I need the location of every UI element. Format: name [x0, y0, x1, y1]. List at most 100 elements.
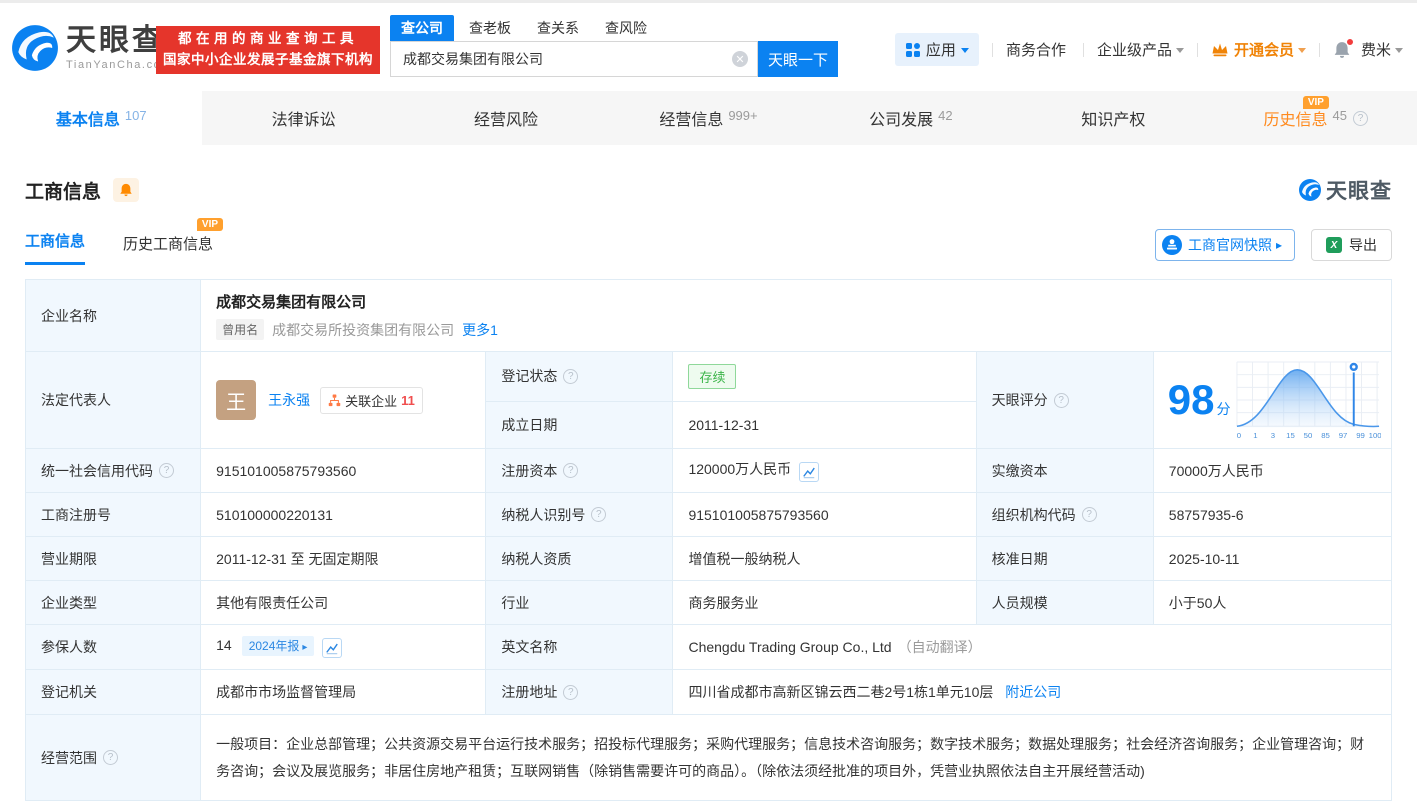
- slogan-line-2: 国家中小企业发展子基金旗下机构: [163, 52, 373, 67]
- field-label-cell: 组织机构代码: [975, 492, 1154, 537]
- slogan-line-1: 都在用的商业查询工具: [178, 31, 358, 47]
- search-tab-relation[interactable]: 查关系: [537, 15, 579, 41]
- field-value-cell: 四川省成都市高新区锦云西二巷2号1栋1单元10层 附近公司: [672, 669, 1392, 715]
- field-label: 注册地址: [501, 684, 558, 700]
- tab-label: 经营风险: [474, 112, 539, 129]
- vip-upgrade-label: 开通会员: [1233, 42, 1294, 59]
- tab-label: 法律诉讼: [271, 112, 336, 129]
- tianyancha-logo-icon: [1299, 179, 1321, 201]
- chevron-down-icon: [1297, 47, 1306, 57]
- field-label: 实缴资本: [991, 462, 1048, 479]
- field-label-cell: 实缴资本: [975, 448, 1154, 493]
- nearby-company-link[interactable]: 附近公司: [1005, 684, 1061, 700]
- table-row: 企业名称 成都交易集团有限公司 曾用名 成都交易所投资集团有限公司 更多1: [24, 279, 1392, 352]
- field-label: 行业: [501, 594, 530, 611]
- logo[interactable]: 天眼查 TianYanCha.com: [10, 23, 172, 73]
- search-tab-risk[interactable]: 查风险: [605, 15, 647, 41]
- help-icon[interactable]: [563, 463, 579, 478]
- field-label: 经营范围: [41, 749, 97, 766]
- table-row: 统一社会信用代码 915101005875793560 注册资本 120000万…: [24, 448, 1393, 493]
- search-tab-company[interactable]: 查公司: [390, 15, 454, 41]
- watermark-text: 天眼查: [1326, 180, 1392, 203]
- field-label-cell: 经营范围: [24, 714, 202, 801]
- help-icon[interactable]: [563, 368, 579, 384]
- tab-label: 经营信息: [659, 112, 724, 129]
- trend-chart-icon[interactable]: [799, 462, 820, 482]
- company-name: 成都交易集团有限公司: [216, 294, 367, 311]
- tab-business-info[interactable]: 经营信息 999+: [607, 91, 809, 145]
- svg-text:3: 3: [1271, 431, 1275, 440]
- subscribe-bell-icon[interactable]: [113, 178, 140, 202]
- table-row: 参保人数 14 2024年报 英文名称 Chengdu Trading Group…: [24, 624, 1392, 670]
- annual-report-badge[interactable]: 2024年报: [241, 635, 315, 656]
- official-snapshot-button[interactable]: 工商官网快照: [1154, 229, 1295, 261]
- tab-legal[interactable]: 法律诉讼: [202, 91, 404, 145]
- search-tab-boss[interactable]: 查老板: [469, 15, 511, 41]
- field-label-cell: 核准日期: [975, 536, 1154, 581]
- bell-icon: [120, 183, 132, 197]
- help-icon[interactable]: [1352, 110, 1368, 126]
- svg-text:85: 85: [1321, 431, 1330, 440]
- svg-text:100: 100: [1369, 431, 1381, 440]
- help-icon[interactable]: [159, 463, 174, 478]
- field-label: 纳税人资质: [501, 550, 572, 567]
- legal-rep-name-link[interactable]: 王永强: [268, 390, 310, 410]
- subtab-business-info[interactable]: 工商信息: [25, 230, 86, 265]
- field-label-cell: 成立日期: [485, 400, 674, 450]
- subtab-history-business-info[interactable]: VIP 历史工商信息: [123, 218, 224, 265]
- tab-count: 107: [124, 107, 147, 123]
- field-value: 915101005875793560: [672, 492, 977, 537]
- help-icon[interactable]: [1081, 507, 1097, 522]
- tab-label: 公司发展: [869, 112, 934, 129]
- section-actions: 工商官网快照 导出: [1154, 229, 1392, 265]
- field-label-cell: 注册地址: [485, 669, 674, 715]
- nav-cooperation-label: 商务合作: [1005, 42, 1066, 59]
- vip-upgrade[interactable]: 开通会员: [1211, 39, 1306, 60]
- help-icon[interactable]: [563, 684, 579, 700]
- score-cell: 98 分 0 1 3 15 50 85 97 99 100: [1152, 351, 1393, 449]
- trend-chart-icon[interactable]: [322, 637, 343, 658]
- field-label-cell: 注册资本: [485, 448, 674, 493]
- slogan-banner: 都在用的商业查询工具 国家中小企业发展子基金旗下机构: [156, 26, 380, 74]
- former-name: 成都交易所投资集团有限公司: [272, 321, 455, 338]
- divider: [1082, 42, 1084, 57]
- more-link[interactable]: 更多1: [462, 320, 498, 340]
- field-value-cell: 120000万人民币: [672, 448, 977, 493]
- help-icon[interactable]: [1053, 392, 1069, 408]
- tab-intellectual-property[interactable]: 知识产权: [1012, 91, 1214, 145]
- field-label: 统一社会信用代码: [41, 462, 153, 479]
- clear-icon[interactable]: [732, 51, 748, 67]
- tab-company-development[interactable]: 公司发展 42: [810, 91, 1012, 145]
- apps-menu[interactable]: 应用: [894, 33, 979, 66]
- field-value-cell: 14 2024年报: [200, 624, 487, 670]
- field-value: 2025-10-11: [1152, 536, 1393, 581]
- export-button[interactable]: 导出: [1311, 229, 1392, 261]
- nav-cooperation[interactable]: 商务合作: [1006, 39, 1070, 60]
- tab-operating-risk[interactable]: 经营风险: [405, 91, 607, 145]
- user-menu[interactable]: 费米: [1361, 39, 1403, 60]
- notification-bell[interactable]: [1333, 37, 1354, 59]
- field-label: 天眼评分: [991, 392, 1048, 408]
- field-label-cell: 纳税人资质: [485, 536, 674, 581]
- field-value: 58757935-6: [1152, 492, 1393, 537]
- subtab-label: 历史工商信息: [123, 236, 214, 253]
- svg-text:99: 99: [1356, 431, 1365, 440]
- field-value: Chengdu Trading Group Co., Ltd: [688, 639, 892, 655]
- related-company-badge[interactable]: 关联企业 11: [320, 386, 423, 414]
- help-icon[interactable]: [591, 507, 607, 522]
- search-input[interactable]: [390, 41, 758, 77]
- nav-enterprise-products[interactable]: 企业级产品: [1097, 39, 1184, 60]
- help-icon[interactable]: [103, 750, 118, 765]
- field-value: 小于50人: [1152, 580, 1393, 625]
- svg-text:15: 15: [1286, 431, 1295, 440]
- field-label-cell: 登记状态: [485, 351, 674, 402]
- field-label-cell: 统一社会信用代码: [24, 448, 202, 493]
- field-label-cell: 行业: [485, 580, 674, 625]
- field-value: 120000万人民币: [688, 461, 792, 477]
- tab-basic-info[interactable]: 基本信息 107: [0, 91, 203, 145]
- search-button[interactable]: 天眼一下: [758, 41, 838, 77]
- field-value-cell: 一般项目：企业总部管理；公共资源交易平台运行技术服务；招投标代理服务；采购代理服…: [200, 714, 1392, 801]
- apps-grid-icon: [905, 42, 920, 57]
- tab-history-info[interactable]: VIP 历史信息 45: [1215, 91, 1417, 145]
- subtab-label: 工商信息: [25, 233, 86, 250]
